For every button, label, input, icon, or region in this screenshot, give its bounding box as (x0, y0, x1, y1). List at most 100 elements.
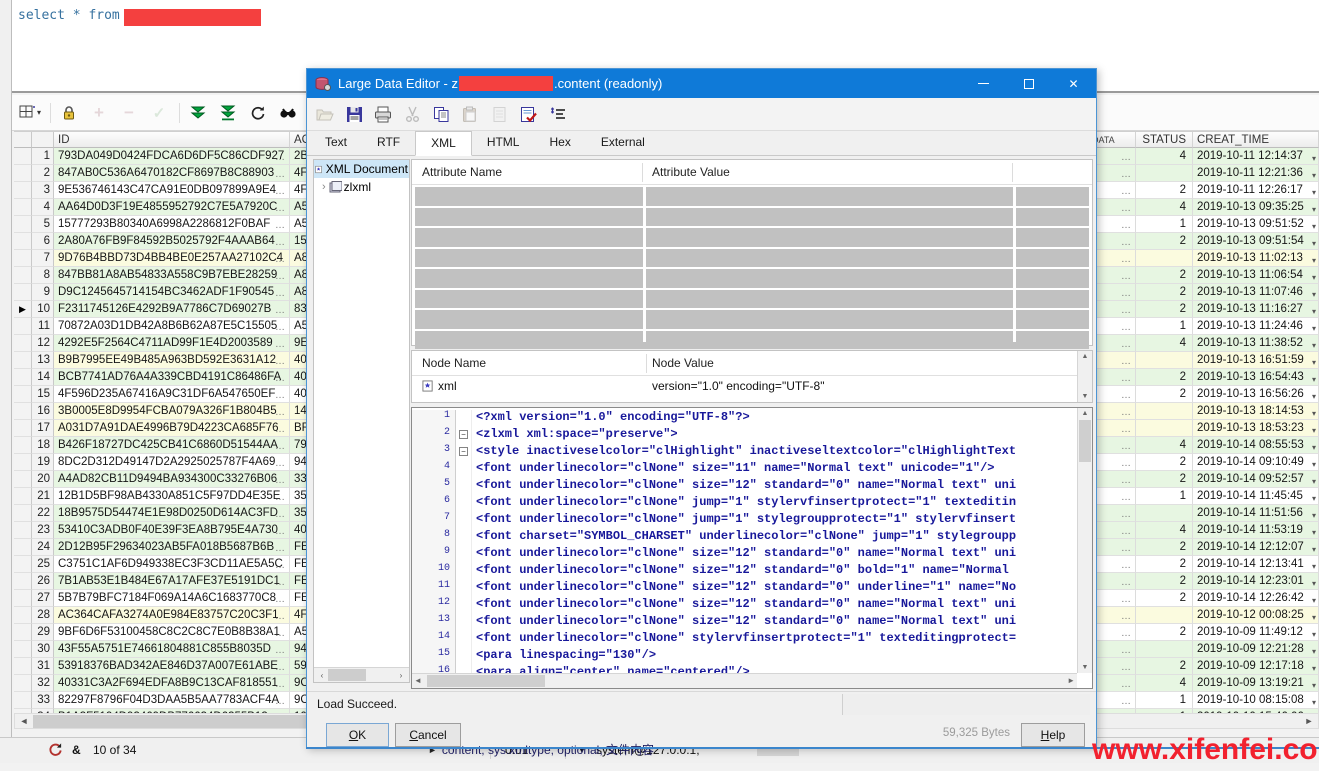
cell-creat-time[interactable]: 2019-10-13 11:07:46▾ (1193, 284, 1319, 301)
cell-expand-button[interactable]: … (275, 184, 286, 199)
attribute-value-header[interactable]: Attribute Value (652, 165, 730, 179)
column-header-status[interactable]: STATUS (1136, 132, 1193, 148)
cell-id[interactable]: 82297F8796F04D3DAA5B5AA7783ACF4A… (54, 692, 290, 709)
cell-expand-button[interactable]: … (275, 473, 286, 488)
cell-expand-button[interactable]: … (1121, 575, 1132, 590)
cell-status[interactable]: 1 (1136, 216, 1193, 233)
dropdown-icon[interactable]: ▾ (1312, 336, 1316, 351)
cell-expand-button[interactable]: … (1121, 439, 1132, 454)
cell-creat-time[interactable]: 2019-10-09 11:49:12▾ (1193, 624, 1319, 641)
tab-xml[interactable]: XML (415, 131, 472, 156)
cell-expand-button[interactable]: … (275, 218, 286, 233)
row-selector[interactable] (14, 539, 32, 556)
dropdown-icon[interactable]: ▾ (1312, 625, 1316, 640)
cell-expand-button[interactable]: … (275, 201, 286, 216)
cell-expand-button[interactable]: … (275, 303, 286, 318)
node-row[interactable]: xml version="1.0" encoding="UTF-8" (412, 376, 1092, 399)
scrollbar-thumb[interactable] (328, 669, 366, 681)
source-line[interactable]: 2−<zlxml xml:space="preserve"> (412, 427, 1077, 444)
scroll-left-icon[interactable]: ◄ (414, 676, 422, 685)
dropdown-icon[interactable]: ▾ (1312, 404, 1316, 419)
source-line[interactable]: 13<font underlinecolor="clNone" size="12… (412, 614, 1077, 631)
cell-creat-time[interactable]: 2019-10-13 09:51:54▾ (1193, 233, 1319, 250)
cell-id[interactable]: 847BB81A8AB54833A558C9B7EBE28259… (54, 267, 290, 284)
row-selector[interactable] (14, 641, 32, 658)
copy-icon[interactable] (431, 104, 451, 124)
cell-status[interactable]: 4 (1136, 335, 1193, 352)
validate-icon[interactable] (518, 104, 538, 124)
minimize-button[interactable] (961, 69, 1006, 98)
dropdown-icon[interactable]: ▾ (1312, 642, 1316, 657)
cell-status[interactable]: 2 (1136, 454, 1193, 471)
cell-id[interactable]: 3B0005E8D9954FCBA079A326F1B804B5… (54, 403, 290, 420)
cell-id[interactable]: B426F18727DC425CB41C6860D51544AA… (54, 437, 290, 454)
cell-expand-button[interactable]: … (1121, 201, 1132, 216)
dropdown-icon[interactable]: ▾ (1312, 166, 1316, 181)
cell-status[interactable]: 2 (1136, 590, 1193, 607)
cell-expand-button[interactable]: … (275, 422, 286, 437)
node-table-vscrollbar[interactable]: ▲ ▼ (1077, 351, 1092, 402)
source-line[interactable]: 9<font underlinecolor="clNone" size="12"… (412, 546, 1077, 563)
find-icon[interactable] (276, 101, 300, 125)
cell-id[interactable]: 53918376BAD342AE846D37A007E61ABE… (54, 658, 290, 675)
dropdown-icon[interactable]: ▾ (1312, 557, 1316, 572)
cell-status[interactable]: 1 (1136, 692, 1193, 709)
cell-expand-button[interactable]: … (275, 541, 286, 556)
dropdown-icon[interactable]: ▾ (1312, 234, 1316, 249)
scroll-down-icon[interactable]: ▼ (1078, 664, 1092, 671)
ok-button[interactable]: OK (326, 723, 389, 747)
cell-creat-time[interactable]: 2019-10-13 16:51:59▾ (1193, 352, 1319, 369)
row-selector[interactable] (14, 590, 32, 607)
cell-status[interactable]: 2 (1136, 301, 1193, 318)
cell-expand-button[interactable]: … (275, 252, 286, 267)
cell-status[interactable]: 2 (1136, 284, 1193, 301)
cell-creat-time[interactable]: 2019-10-13 18:53:23▾ (1193, 420, 1319, 437)
dropdown-icon[interactable]: ▾ (1312, 149, 1316, 164)
cell-creat-time[interactable]: 2019-10-14 12:13:41▾ (1193, 556, 1319, 573)
scroll-right-icon[interactable]: ► (1301, 715, 1317, 728)
scroll-up-icon[interactable]: ▲ (1078, 410, 1092, 417)
cell-expand-button[interactable]: … (275, 405, 286, 420)
cell-status[interactable]: 1 (1136, 318, 1193, 335)
cell-id[interactable]: BCB7741AD76A4A339CBD4191C86486FA… (54, 369, 290, 386)
fetch-next-page-icon[interactable] (186, 101, 210, 125)
cell-status[interactable] (1136, 250, 1193, 267)
dialog-titlebar[interactable]: Large Data Editor - z .content (readonly… (307, 69, 1096, 98)
dropdown-icon[interactable]: ▾ (1312, 693, 1316, 708)
cell-id[interactable]: 4292E5F2564C4711AD99F1E4D2003589… (54, 335, 290, 352)
row-selector[interactable] (14, 352, 32, 369)
row-selector[interactable] (14, 573, 32, 590)
cell-expand-button[interactable]: … (275, 575, 286, 590)
cell-creat-time[interactable]: 2019-10-10 08:15:08▾ (1193, 692, 1319, 709)
cell-creat-time[interactable]: 2019-10-13 11:38:52▾ (1193, 335, 1319, 352)
row-selector[interactable] (14, 556, 32, 573)
cell-id[interactable]: A4AD82CB11D9494BA934300C33276B06… (54, 471, 290, 488)
dropdown-icon[interactable]: ▾ (1312, 319, 1316, 334)
dropdown-icon[interactable]: ▾ (1312, 268, 1316, 283)
cell-status[interactable]: 2 (1136, 182, 1193, 199)
xml-source-view[interactable]: 1<?xml version="1.0" encoding="UTF-8"?>2… (411, 407, 1093, 689)
open-icon[interactable] (315, 104, 335, 124)
cell-expand-button[interactable]: … (275, 269, 286, 284)
cell-expand-button[interactable]: … (1121, 371, 1132, 386)
cell-creat-time[interactable]: 2019-10-14 12:23:01▾ (1193, 573, 1319, 590)
row-selector[interactable] (14, 607, 32, 624)
source-line[interactable]: 6<font underlinecolor="clNone" jump="1" … (412, 495, 1077, 512)
row-selector[interactable] (14, 233, 32, 250)
source-hscrollbar[interactable]: ◄ ► (412, 673, 1077, 688)
cell-expand-button[interactable]: … (275, 150, 286, 165)
source-line[interactable]: 11<font underlinecolor="clNone" size="12… (412, 580, 1077, 597)
cell-creat-time[interactable]: 2019-10-14 08:55:53▾ (1193, 437, 1319, 454)
cell-creat-time[interactable]: 2019-10-14 12:12:07▾ (1193, 539, 1319, 556)
dropdown-icon[interactable]: ▾ (1312, 387, 1316, 402)
cell-creat-time[interactable]: 2019-10-13 11:06:54▾ (1193, 267, 1319, 284)
cell-expand-button[interactable]: … (1121, 320, 1132, 335)
node-value-header[interactable]: Node Value (652, 356, 714, 370)
source-line[interactable]: 16<para align="center" name="centered"/> (412, 665, 1077, 673)
dropdown-icon[interactable]: ▾ (1312, 591, 1316, 606)
dropdown-icon[interactable]: ▾ (1312, 608, 1316, 623)
paste-icon[interactable] (460, 104, 480, 124)
cell-status[interactable] (1136, 165, 1193, 182)
dropdown-icon[interactable]: ▾ (1312, 574, 1316, 589)
dropdown-icon[interactable]: ▾ (1312, 285, 1316, 300)
